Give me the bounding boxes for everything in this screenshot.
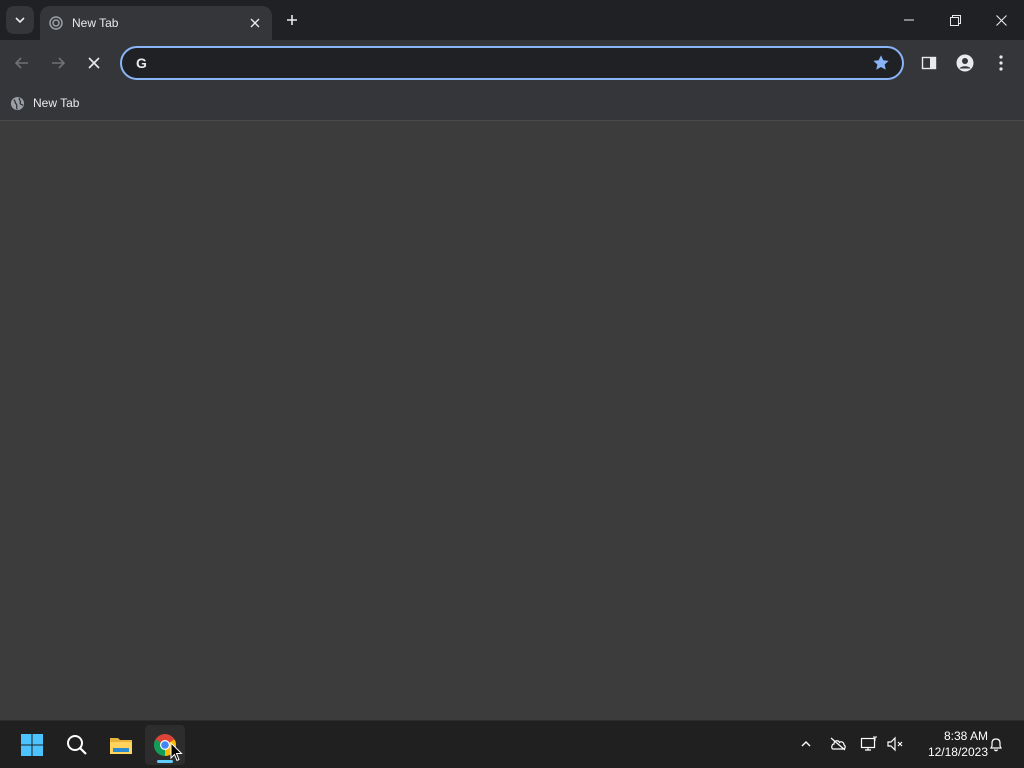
- globe-icon: [10, 96, 25, 110]
- tab-new-tab[interactable]: New Tab: [40, 6, 272, 40]
- minimize-button[interactable]: [886, 0, 932, 40]
- address-bar[interactable]: G: [120, 46, 904, 80]
- windows-icon: [21, 734, 43, 756]
- start-button[interactable]: [12, 725, 52, 765]
- bell-icon: [990, 738, 1002, 752]
- close-icon: [250, 18, 260, 28]
- mouse-cursor-icon: [170, 742, 183, 762]
- chevron-up-icon: [801, 741, 811, 747]
- browser-window: New Tab G New Tab: [0, 0, 1024, 720]
- search-button[interactable]: [57, 725, 97, 765]
- onedrive-button[interactable]: [827, 733, 849, 755]
- tab-title: New Tab: [72, 16, 119, 30]
- new-tab-button[interactable]: [282, 10, 302, 30]
- clock[interactable]: 8:38 AM 12/18/2023: [912, 728, 988, 760]
- search-icon: [67, 735, 87, 755]
- stop-loading-button[interactable]: [82, 51, 106, 75]
- clock-time: 8:38 AM: [943, 729, 988, 743]
- bookmarks-bar: New Tab: [0, 86, 1024, 121]
- folder-icon: [110, 738, 132, 754]
- volume-button[interactable]: [884, 733, 906, 755]
- tab-search-button[interactable]: [6, 6, 34, 34]
- taskbar: 8:38 AM 12/18/2023: [0, 720, 1024, 768]
- show-hidden-icons-button[interactable]: [795, 733, 817, 755]
- file-explorer-button[interactable]: [101, 725, 141, 765]
- back-button[interactable]: [10, 51, 34, 75]
- bookmark-item[interactable]: New Tab: [10, 94, 79, 112]
- plus-icon: [287, 15, 297, 25]
- restore-icon: [949, 14, 961, 26]
- arrow-right-icon: [52, 57, 66, 69]
- tab-strip: New Tab: [0, 0, 1024, 40]
- side-panel-icon: [921, 56, 937, 70]
- close-icon: [88, 57, 100, 69]
- profile-button[interactable]: [954, 52, 976, 74]
- more-vert-icon: [999, 55, 1003, 71]
- address-input[interactable]: [158, 49, 902, 77]
- network-button[interactable]: [858, 733, 880, 755]
- network-icon: [860, 736, 877, 751]
- google-icon: G: [134, 55, 150, 71]
- forward-button[interactable]: [46, 51, 70, 75]
- side-panel-button[interactable]: [918, 52, 940, 74]
- menu-button[interactable]: [990, 52, 1012, 74]
- arrow-left-icon: [14, 57, 28, 69]
- volume-muted-icon: [887, 736, 903, 752]
- chevron-down-icon: [15, 17, 25, 24]
- tab-close-button[interactable]: [246, 14, 264, 32]
- notifications-button[interactable]: [985, 733, 1007, 755]
- close-icon: [995, 14, 1007, 26]
- svg-text:G: G: [136, 55, 147, 71]
- profile-icon: [956, 54, 974, 72]
- cloud-off-icon: [830, 737, 846, 751]
- restore-button[interactable]: [932, 0, 978, 40]
- page-content: [0, 122, 1024, 720]
- close-window-button[interactable]: [978, 0, 1024, 40]
- bookmark-label: New Tab: [33, 96, 80, 110]
- loading-icon: [48, 15, 64, 31]
- minimize-icon: [904, 19, 914, 21]
- bookmark-star-icon[interactable]: [872, 54, 890, 72]
- clock-date: 12/18/2023: [927, 745, 988, 759]
